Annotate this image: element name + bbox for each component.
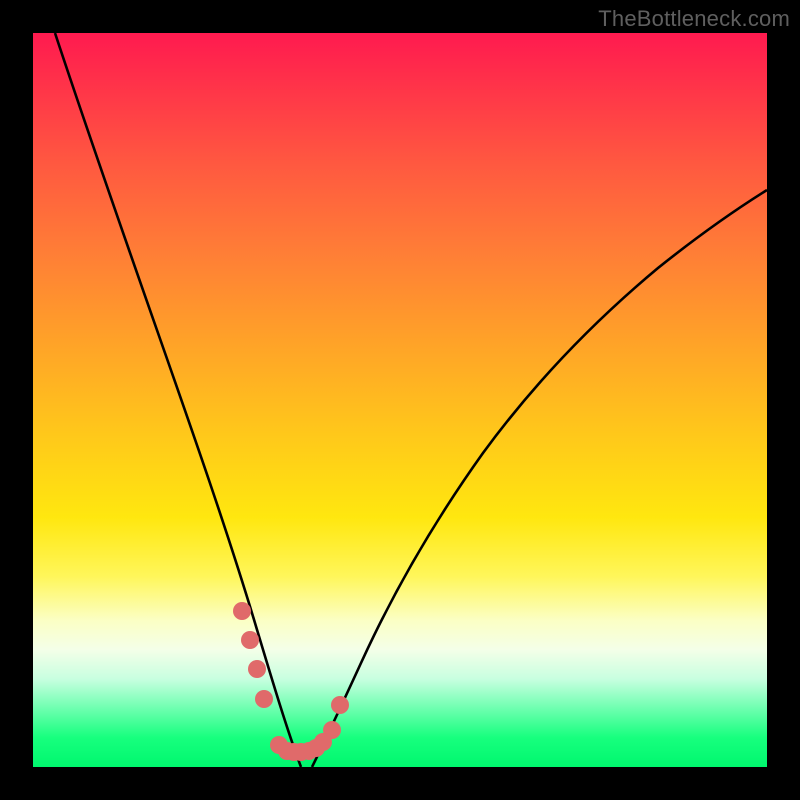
plot-area bbox=[33, 33, 767, 767]
chart-svg bbox=[33, 33, 767, 767]
watermark-text: TheBottleneck.com bbox=[598, 6, 790, 32]
right-curve bbox=[312, 190, 767, 767]
left-curve bbox=[55, 33, 301, 767]
chart-frame: TheBottleneck.com bbox=[0, 0, 800, 800]
